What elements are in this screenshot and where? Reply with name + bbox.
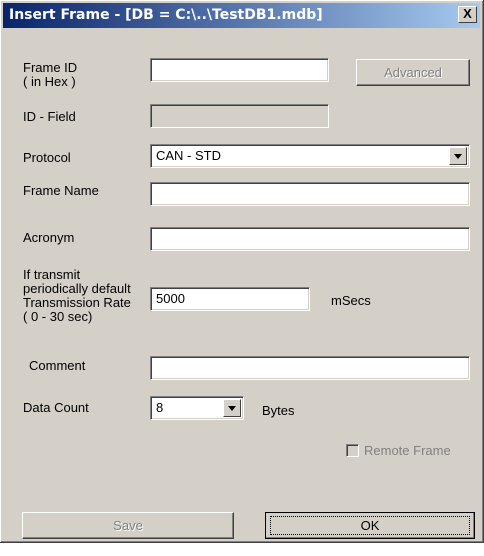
- id-field-label: ID - Field: [23, 109, 76, 124]
- save-button[interactable]: Save: [22, 512, 234, 539]
- protocol-value: CAN - STD: [156, 148, 221, 163]
- acronym-label: Acronym: [23, 230, 75, 245]
- ok-button[interactable]: OK: [265, 512, 475, 539]
- protocol-label: Protocol: [23, 150, 71, 165]
- rate-label-line1: If transmit: [23, 267, 81, 282]
- rate-label-line2: periodically default: [23, 281, 131, 296]
- close-button[interactable]: X: [458, 6, 477, 23]
- frame-name-input[interactable]: [150, 182, 470, 206]
- rate-unit-label: mSecs: [331, 293, 371, 308]
- chevron-down-icon[interactable]: [223, 399, 241, 417]
- comment-label: Comment: [29, 358, 86, 373]
- insert-frame-dialog: Insert Frame - [DB = C:\..\TestDB1.mdb] …: [0, 0, 484, 556]
- bytes-label: Bytes: [262, 403, 295, 418]
- dialog-frame: Insert Frame - [DB = C:\..\TestDB1.mdb] …: [0, 0, 484, 543]
- advanced-button[interactable]: Advanced: [356, 59, 470, 86]
- frame-id-input[interactable]: [150, 58, 329, 82]
- rate-label-line3: Transmission Rate: [23, 295, 131, 310]
- frame-id-label: Frame ID: [23, 60, 78, 75]
- comment-input[interactable]: [150, 356, 470, 380]
- focus-rect: [270, 516, 470, 535]
- data-count-select[interactable]: 8: [150, 396, 244, 420]
- data-count-value: 8: [156, 400, 164, 415]
- remote-frame-checkbox[interactable]: [346, 444, 359, 457]
- remote-frame-label: Remote Frame: [364, 443, 451, 458]
- id-field-input: [150, 104, 329, 128]
- title-bar[interactable]: Insert Frame - [DB = C:\..\TestDB1.mdb] …: [3, 3, 480, 28]
- rate-label-line4: ( 0 - 30 sec): [23, 309, 93, 324]
- acronym-input[interactable]: [150, 227, 470, 251]
- window-title: Insert Frame - [DB = C:\..\TestDB1.mdb]: [9, 7, 323, 23]
- frame-name-label: Frame Name: [23, 183, 99, 198]
- protocol-select[interactable]: CAN - STD: [150, 144, 470, 168]
- chevron-down-icon[interactable]: [449, 147, 467, 165]
- frame-id-hint: ( in Hex ): [23, 74, 76, 89]
- data-count-label: Data Count: [23, 400, 89, 415]
- transmission-rate-input[interactable]: 5000: [150, 287, 310, 311]
